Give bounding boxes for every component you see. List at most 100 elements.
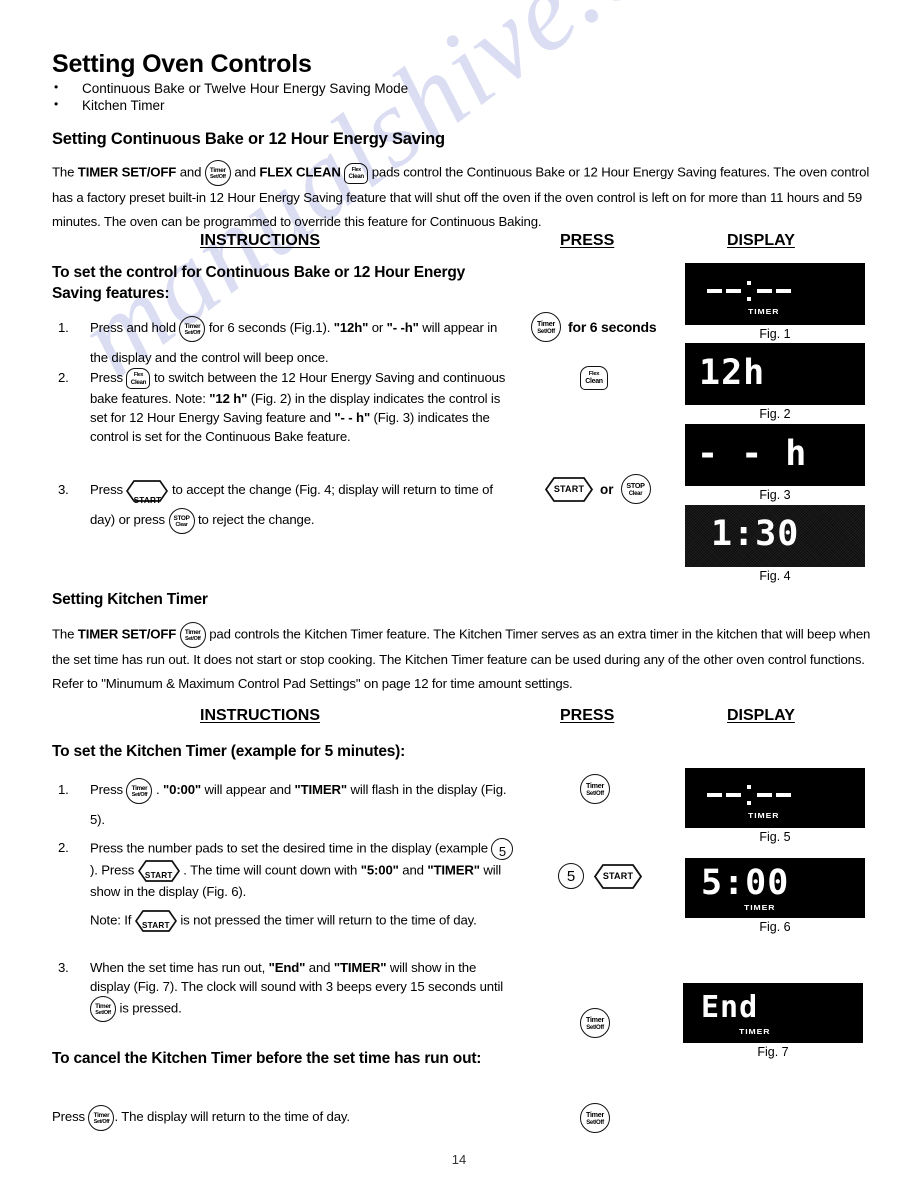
pad-line-1: Flex (351, 166, 361, 173)
pad-line-2: Set/Off (210, 174, 226, 180)
step-emphasis: "12h" (333, 320, 369, 335)
timer-set-off-pad: Timer Set/Off (580, 1008, 610, 1038)
step-emphasis: "End" (268, 960, 306, 975)
step-text: Press Flex Clean to switch between the 12… (90, 368, 518, 446)
display-figure: - - h (685, 424, 865, 486)
step-emphasis: "TIMER" (427, 862, 480, 878)
step-fragment: Press (90, 482, 127, 497)
timer-set-off-pad: Timer Set/Off (580, 1103, 610, 1133)
step-text: Press and hold Timer Set/Off for 6 second… (90, 313, 518, 373)
pad-line-1: STOP (173, 514, 190, 522)
pad-label: START (144, 871, 173, 880)
step-fragment: Press the number pads to set the desired… (90, 840, 492, 856)
display-readout: 1:30 (711, 514, 800, 554)
pad-line-1: STOP (626, 481, 645, 490)
step-fragment: to reject the change. (194, 512, 315, 527)
pad-label: START (553, 483, 585, 494)
step-fragment: Press (90, 370, 127, 385)
figure-caption: Fig. 3 (759, 488, 791, 502)
display-timer-indicator: TIMER (748, 811, 780, 820)
display-figure: End TIMER (683, 983, 863, 1043)
figure-caption: Fig. 7 (757, 1045, 789, 1059)
step-number: 2. (58, 840, 69, 855)
pad-line-1: Flex (588, 370, 600, 377)
intro-text: and (176, 164, 205, 180)
section-heading-continuous-bake: Setting Continuous Bake or 12 Hour Energ… (52, 130, 445, 148)
flex-clean-pad: Flex Clean (126, 368, 151, 390)
figure-caption: Fig. 2 (759, 407, 791, 421)
figure-caption: Fig. 5 (759, 830, 791, 844)
step-fragment: Note: If (90, 912, 135, 928)
subheading-cancel-kitchen-timer: To cancel the Kitchen Timer before the s… (52, 1050, 482, 1067)
feature-bullet-list: Continuous Bake or Twelve Hour Energy Sa… (52, 79, 408, 114)
display-figure: TIMER (685, 263, 865, 325)
timer-set-off-label: TIMER SET/OFF (77, 626, 177, 642)
display-readout: 12h (699, 353, 766, 393)
intro-text: The (52, 626, 78, 642)
instruction-step: 1. Press and hold Timer Set/Off for 6 sec… (58, 313, 518, 373)
step-emphasis: "TIMER" (333, 960, 387, 975)
timer-set-off-pad: Timer Set/Off (126, 777, 153, 804)
step-fragment: . The display will return to the time of… (114, 1109, 350, 1124)
number-5-pad: 5 (558, 863, 584, 889)
section1-intro: The TIMER SET/OFF and Timer Set/Off and F… (52, 160, 882, 234)
step-fragment: and (305, 960, 334, 975)
step-number: 3. (58, 482, 69, 497)
instruction-step: 3. When the set time has run out, "End" … (58, 958, 518, 1022)
step-text: Press Timer Set/Off . "0:00" will appear … (90, 775, 518, 835)
display-timer-indicator: TIMER (744, 903, 776, 912)
bullet-item: Continuous Bake or Twelve Hour Energy Sa… (52, 79, 408, 97)
stop-clear-pad: STOP Clear (620, 474, 651, 504)
timer-set-off-pad: Timer Set/Off (531, 312, 561, 342)
subheading-set-control: To set the control for Continuous Bake o… (52, 264, 466, 302)
pad-line-2: Set/Off (537, 328, 555, 335)
column-header-press: PRESS (560, 707, 615, 724)
column-header-instructions: INSTRUCTIONS (200, 232, 320, 249)
step-number: 1. (58, 782, 69, 797)
step-text: Press Timer Set/Off . The display will ret… (52, 1102, 512, 1132)
timer-set-off-label: TIMER SET/OFF (77, 164, 177, 180)
pad-line-2: Set/Off (586, 1024, 604, 1031)
step-fragment: is not pressed the timer will return to … (176, 912, 477, 928)
pad-label: 5 (498, 844, 507, 859)
pad-line-1: Timer (131, 784, 148, 792)
step-fragment: . The time will count down with (179, 862, 361, 878)
start-pad: START (594, 863, 642, 889)
pad-line-2: Set/Off (131, 791, 148, 798)
step-text: When the set time has run out, "End" and… (90, 958, 518, 1022)
display-timer-indicator: TIMER (748, 307, 780, 316)
display-figure: 5:00 TIMER (685, 858, 865, 918)
pad-line-2: Clean (585, 378, 603, 385)
press-column-item: START or STOP Clear (545, 474, 651, 504)
flex-clean-pad: Flex Clean (580, 366, 608, 390)
step-fragment: ). (90, 862, 102, 878)
step-note: Note: If START is not pressed the timer … (90, 910, 518, 932)
pad-line-1: Timer (95, 1003, 111, 1010)
pad-line-2: Set/Off (93, 1118, 110, 1125)
step-fragment: Press (101, 862, 138, 878)
pad-line-2: Clear (175, 521, 188, 528)
pad-line-1: Timer (184, 322, 201, 330)
timer-set-off-pad: Timer Set/Off (90, 996, 116, 1022)
press-column-item: 5 START (558, 863, 642, 889)
display-readout: - - h (697, 434, 808, 474)
press-or-label: or (600, 481, 614, 497)
start-pad: START (545, 476, 593, 502)
column-header-press: PRESS (560, 232, 615, 249)
step-fragment: Press and hold (90, 320, 180, 335)
pad-line-2: Set/Off (184, 329, 201, 336)
pad-line-1: Flex (133, 372, 144, 379)
press-column-item: Timer Set/Off (580, 774, 610, 804)
pad-label: START (141, 921, 170, 930)
manual-page: manualshive.com Setting Oven Controls Co… (0, 0, 918, 1188)
start-pad: START (134, 910, 177, 932)
pad-line-1: Timer (93, 1111, 110, 1119)
step-emphasis: "12 h" (209, 391, 248, 407)
pad-line-2: Set/Off (95, 1010, 111, 1016)
column-header-display: DISPLAY (727, 232, 795, 249)
intro-text: The (52, 164, 78, 180)
display-readout: 5:00 (701, 863, 790, 903)
press-duration-label: for 6 seconds (568, 319, 657, 335)
step-fragment: Press (52, 1109, 89, 1124)
flex-clean-label: FLEX CLEAN (259, 164, 341, 180)
